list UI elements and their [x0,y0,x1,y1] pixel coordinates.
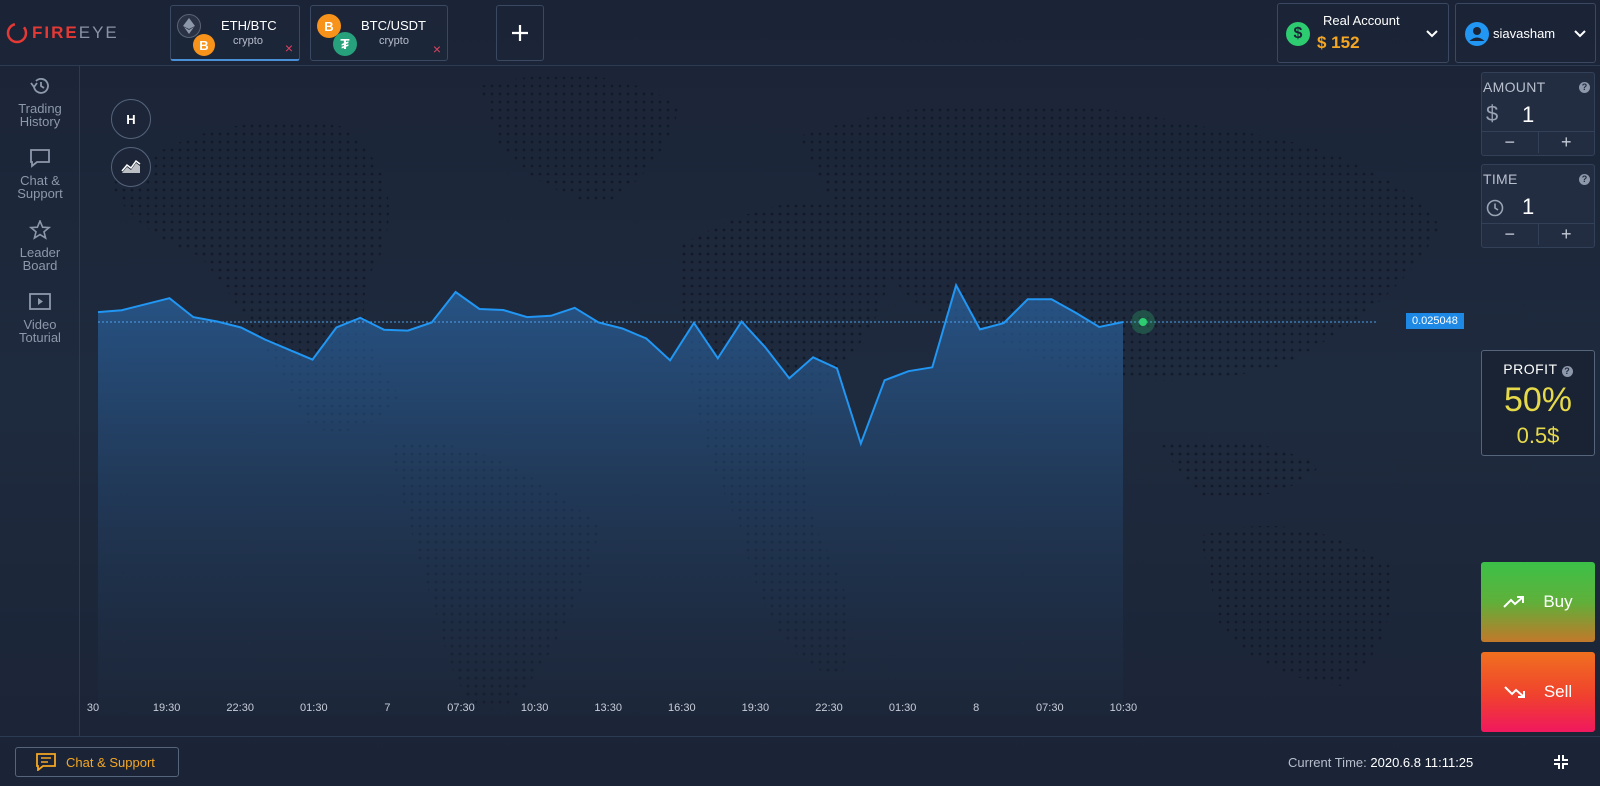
dollar-prefix: $ [1486,101,1499,126]
chart-type-button[interactable] [111,147,151,187]
amount-box: AMOUNT ? $ 1 − + [1481,72,1595,156]
left-sidebar: Trading History Chat & Support Leader Bo… [0,66,80,736]
x-axis-label: 7 [384,702,390,714]
time-input[interactable]: 1 [1522,194,1534,220]
dollar-icon: $ [1286,22,1310,46]
x-axis-label: 07:30 [447,702,475,714]
help-icon[interactable]: ? [1579,82,1590,93]
x-axis-label: 19:30 [153,702,181,714]
profit-label: PROFIT ? [1482,361,1594,377]
logo-text: FIREEYE [32,23,119,42]
sidebar-item-trading-history[interactable]: Trading History [0,76,80,128]
profit-box: PROFIT ? 50% 0.5$ [1481,350,1595,456]
current-time: Current Time: 2020.6.8 11:11:25 [1288,755,1473,770]
x-axis-label: 8 [973,702,979,714]
sidebar-item-chat-support[interactable]: Chat & Support [0,148,80,200]
x-axis-label: 07:30 [1036,702,1064,714]
btc-icon: B [193,34,215,56]
amount-plus-button[interactable]: + [1539,132,1595,153]
sidebar-item-video-tutorial[interactable]: Video Toturial [0,292,80,344]
amount-minus-button[interactable]: − [1482,132,1539,153]
x-axis-label: 01:30 [300,702,328,714]
tab-subtitle: crypto [379,35,409,47]
chat-support-label: Chat & Support [66,754,155,770]
logo-icon [6,22,28,44]
price-chart[interactable]: 30 19:30 22:30 01:30 7 07:30 10:30 13:30 16:30 19… [80,66,1480,736]
chat-icon [30,149,50,168]
help-icon[interactable]: ? [1579,174,1590,185]
video-icon [29,293,51,310]
sell-button[interactable]: Sell [1481,652,1595,732]
sidebar-label: Board [22,258,58,273]
x-axis-label: 19:30 [742,702,770,714]
amount-label: AMOUNT [1483,79,1546,95]
x-axis-label: 10:30 [1110,702,1138,714]
x-axis-label: 10:30 [521,702,549,714]
account-balance: $ 152 [1317,33,1360,52]
price-area-fill [98,285,1123,716]
sidebar-label: Toturial [19,330,61,345]
profit-percent: 50% [1503,381,1573,419]
time-label: TIME [1483,171,1518,187]
chevron-down-icon [1426,30,1438,38]
current-time-label: Current Time: [1288,755,1367,770]
amount-input[interactable]: 1 [1522,102,1534,128]
current-time-value: 2020.6.8 11:11:25 [1370,755,1474,770]
buy-button[interactable]: Buy [1481,562,1595,642]
profit-amount: 0.5$ [1516,423,1560,448]
add-tab-button[interactable] [496,5,544,61]
x-axis-label: 22:30 [226,702,254,714]
x-axis-label: 22:30 [815,702,843,714]
sidebar-label: History [19,114,61,129]
account-type: Real Account [1323,13,1400,28]
chevron-down-icon [1574,30,1586,38]
chat-support-button[interactable]: Chat & Support [15,747,179,777]
tab-name: ETH/BTC [221,18,277,33]
help-icon[interactable]: ? [1561,366,1573,377]
top-bar: FIREEYE B ETH/BTC crypto × B ₮ BTC/USDT … [0,0,1600,66]
plus-icon [512,25,528,41]
current-price-dot [1139,318,1147,326]
current-price-tag: 0.025048 [1406,313,1464,329]
trend-up-icon [1503,596,1525,608]
user-menu[interactable]: siavasham [1455,3,1596,63]
trend-down-icon [1504,686,1525,698]
star-icon [29,220,51,240]
logo[interactable]: FIREEYE [6,20,119,46]
history-icon [30,78,49,94]
tether-icon: ₮ [333,32,357,56]
bottom-bar: Chat & Support Current Time: 2020.6.8 11… [0,736,1600,786]
sidebar-label: Support [17,186,63,201]
x-axis-label: 01:30 [889,702,917,714]
time-stepper: − + [1482,223,1594,245]
sidebar-item-leader-board[interactable]: Leader Board [0,220,80,272]
price-chart-area[interactable]: 30 19:30 22:30 01:30 7 07:30 10:30 13:30 16:30 19… [80,66,1480,736]
eth-icon [177,14,201,38]
tab-subtitle: crypto [233,35,263,47]
chat-icon [36,753,56,771]
user-avatar-icon [1465,22,1489,46]
x-axis-label: 30 [87,702,99,714]
account-selector[interactable]: $ Real Account $ 152 [1277,3,1449,63]
x-axis-label: 13:30 [594,702,622,714]
exit-fullscreen-icon[interactable] [1553,754,1569,770]
asset-tab-eth-btc[interactable]: B ETH/BTC crypto × [170,5,300,61]
tab-name: BTC/USDT [361,18,426,33]
clock-icon [1486,199,1504,217]
area-chart-icon [121,159,141,173]
amount-stepper: − + [1482,131,1594,153]
username: siavasham [1493,26,1556,41]
asset-tab-btc-usdt[interactable]: B ₮ BTC/USDT crypto × [310,5,448,61]
time-plus-button[interactable]: + [1539,224,1595,245]
time-box: TIME ? 1 − + [1481,164,1595,248]
buy-label: Buy [1543,592,1573,611]
x-axis-label: 16:30 [668,702,696,714]
close-icon[interactable]: × [285,41,293,55]
h-button[interactable]: H [111,99,151,139]
time-minus-button[interactable]: − [1482,224,1539,245]
close-icon[interactable]: × [433,42,441,56]
sell-label: Sell [1543,682,1573,701]
